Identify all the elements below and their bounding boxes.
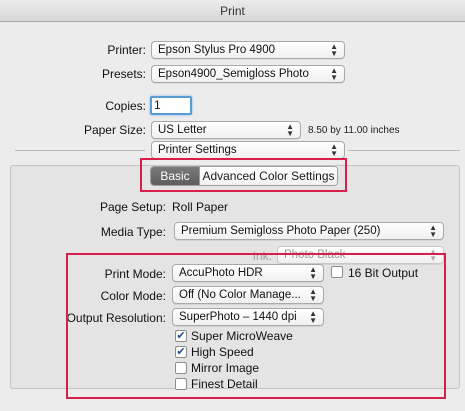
copies-label: Copies:: [105, 99, 146, 113]
page-setup-value: Roll Paper: [172, 200, 229, 214]
window-title: Print: [220, 4, 245, 18]
media-type-select[interactable]: Premium Semigloss Photo Paper (250) ▲ ▼: [174, 222, 444, 240]
printer-select[interactable]: Epson Stylus Pro 4900 ▲ ▼: [151, 41, 345, 59]
printer-label: Printer:: [107, 43, 146, 57]
highlight-box-tabs: [140, 158, 347, 192]
presets-value: Epson4900_Semigloss Photo: [158, 68, 309, 80]
separator-left: [15, 150, 145, 151]
updown-arrows-icon: ▲ ▼: [330, 42, 338, 58]
paper-size-label: Paper Size:: [83, 123, 146, 137]
media-type-value: Premium Semigloss Photo Paper (250): [181, 225, 381, 237]
updown-arrows-icon: ▲ ▼: [429, 223, 437, 239]
printer-value: Epson Stylus Pro 4900: [158, 44, 275, 56]
paper-dimensions: 8.50 by 11.00 inches: [308, 125, 400, 136]
paper-size-value: US Letter: [158, 124, 207, 136]
paper-size-select[interactable]: US Letter ▲ ▼: [151, 121, 301, 139]
copies-field[interactable]: 1: [150, 96, 192, 115]
highlight-box-print-settings: [66, 253, 446, 399]
media-type-label: Media Type:: [100, 225, 166, 239]
section-select[interactable]: Printer Settings ▲ ▼: [151, 141, 345, 159]
updown-arrows-icon: ▲ ▼: [330, 142, 338, 158]
page-setup-label: Page Setup:: [99, 200, 166, 214]
window-titlebar: Print: [0, 0, 465, 22]
updown-arrows-icon: ▲ ▼: [330, 66, 338, 82]
presets-label: Presets:: [101, 67, 146, 81]
separator-right: [348, 150, 460, 151]
updown-arrows-icon: ▲ ▼: [286, 122, 294, 138]
section-value: Printer Settings: [158, 144, 237, 156]
presets-select[interactable]: Epson4900_Semigloss Photo ▲ ▼: [151, 65, 345, 83]
